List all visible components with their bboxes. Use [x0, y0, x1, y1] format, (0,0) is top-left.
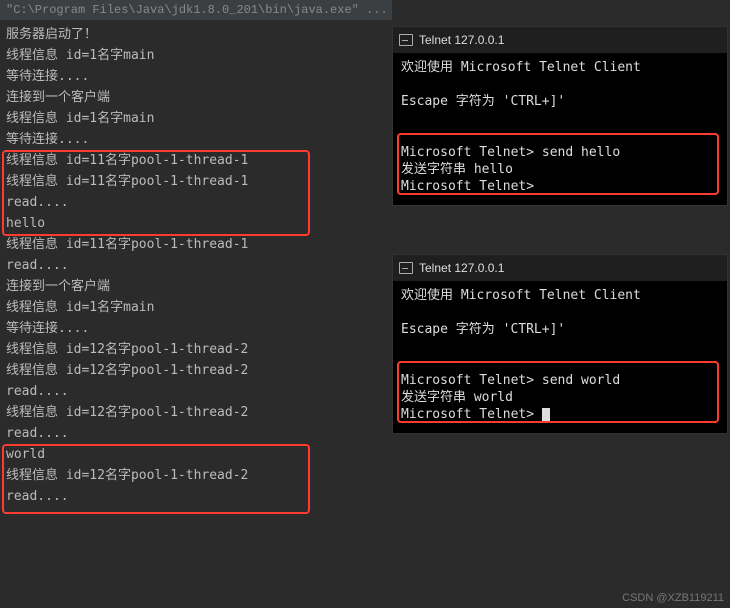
console-line: 线程信息 id=11名字pool-1-thread-1 [6, 171, 386, 192]
console-line: read.... [6, 423, 386, 444]
console-line: read.... [6, 255, 386, 276]
console-output[interactable]: 服务器启动了！ 线程信息 id=1名字main 等待连接.... 连接到一个客户… [0, 20, 392, 511]
console-line: 线程信息 id=1名字main [6, 45, 386, 66]
console-line: read.... [6, 381, 386, 402]
console-line: 等待连接.... [6, 318, 386, 339]
cmd-icon [399, 262, 413, 274]
telnet-send-string: 发送字符串 world [401, 389, 719, 406]
telnet-body[interactable]: 欢迎使用 Microsoft Telnet Client Escape 字符为 … [393, 281, 727, 429]
cursor-icon [542, 408, 550, 421]
console-line: 线程信息 id=1名字main [6, 297, 386, 318]
console-line: 线程信息 id=11名字pool-1-thread-1 [6, 150, 386, 171]
telnet-titlebar[interactable]: Telnet 127.0.0.1 [393, 255, 727, 281]
console-line: 线程信息 id=1名字main [6, 108, 386, 129]
telnet-welcome: 欢迎使用 Microsoft Telnet Client [401, 59, 719, 76]
telnet-title-text: Telnet 127.0.0.1 [419, 261, 504, 275]
console-line: 线程信息 id=11名字pool-1-thread-1 [6, 234, 386, 255]
console-line: 连接到一个客户端 [6, 276, 386, 297]
console-line: read.... [6, 486, 386, 507]
console-line: hello [6, 213, 386, 234]
cmd-icon [399, 34, 413, 46]
watermark: CSDN @XZB119211 [622, 592, 724, 604]
console-line: read.... [6, 192, 386, 213]
telnet-body[interactable]: 欢迎使用 Microsoft Telnet Client Escape 字符为 … [393, 53, 727, 201]
console-line: 线程信息 id=12名字pool-1-thread-2 [6, 402, 386, 423]
telnet-prompt: Microsoft Telnet> [401, 406, 719, 423]
telnet-escape: Escape 字符为 'CTRL+]' [401, 93, 719, 110]
console-line: 服务器启动了！ [6, 24, 386, 45]
right-pane: Telnet 127.0.0.1 欢迎使用 Microsoft Telnet C… [392, 0, 730, 608]
console-line: 等待连接.... [6, 129, 386, 150]
telnet-prompt-send: Microsoft Telnet> send world [401, 372, 719, 389]
console-line: 连接到一个客户端 [6, 87, 386, 108]
telnet-window-2: Telnet 127.0.0.1 欢迎使用 Microsoft Telnet C… [392, 254, 728, 434]
telnet-titlebar[interactable]: Telnet 127.0.0.1 [393, 27, 727, 53]
console-line: 等待连接.... [6, 66, 386, 87]
telnet-welcome: 欢迎使用 Microsoft Telnet Client [401, 287, 719, 304]
telnet-title-text: Telnet 127.0.0.1 [419, 33, 504, 47]
telnet-send-string: 发送字符串 hello [401, 161, 719, 178]
telnet-prompt: Microsoft Telnet> [401, 178, 719, 195]
telnet-window-1: Telnet 127.0.0.1 欢迎使用 Microsoft Telnet C… [392, 26, 728, 206]
console-run-header: "C:\Program Files\Java\jdk1.8.0_201\bin\… [0, 0, 392, 20]
telnet-prompt-send: Microsoft Telnet> send hello [401, 144, 719, 161]
console-line: 线程信息 id=12名字pool-1-thread-2 [6, 339, 386, 360]
console-line: 线程信息 id=12名字pool-1-thread-2 [6, 360, 386, 381]
console-line: 线程信息 id=12名字pool-1-thread-2 [6, 465, 386, 486]
console-line: world [6, 444, 386, 465]
telnet-escape: Escape 字符为 'CTRL+]' [401, 321, 719, 338]
ide-console-pane: "C:\Program Files\Java\jdk1.8.0_201\bin\… [0, 0, 392, 608]
